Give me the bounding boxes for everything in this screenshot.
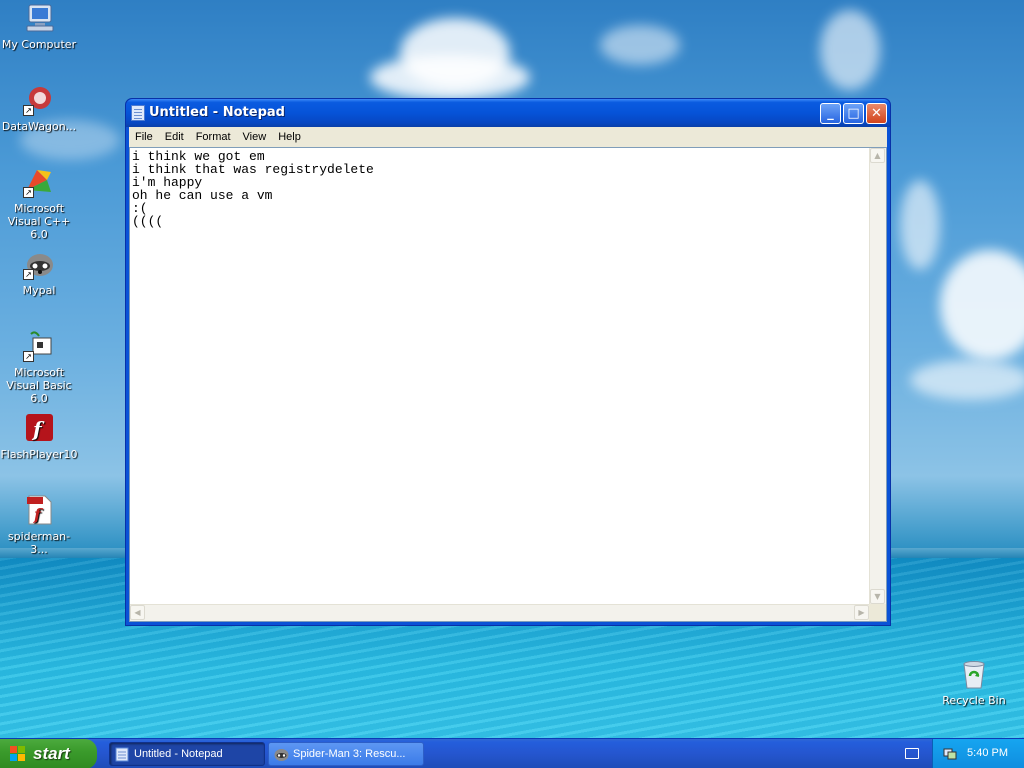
clock[interactable]: 5:40 PM <box>967 747 1008 759</box>
horizontal-scrollbar[interactable]: ◀ ▶ <box>130 604 869 621</box>
chevron-down-icon: ▼ <box>874 592 881 601</box>
menu-help[interactable]: Help <box>272 131 307 143</box>
document-text[interactable]: i think we got em i think that was regis… <box>132 150 866 228</box>
start-button[interactable]: start <box>0 739 97 768</box>
window-title: Untitled - Notepad <box>149 105 285 120</box>
start-label: start <box>33 744 70 763</box>
desktop-icon-label: FlashPlayer10 <box>0 448 78 461</box>
desktop-icon-my-computer[interactable]: My Computer <box>0 2 78 51</box>
desktop-icon-label: Microsoft Visual Basic 6.0 <box>6 366 72 405</box>
maximize-icon: □ <box>847 106 860 121</box>
network-icon[interactable] <box>943 747 957 761</box>
chevron-up-icon: ▲ <box>874 151 881 160</box>
mypal-icon <box>274 747 289 762</box>
shortcut-arrow-icon: ↗ <box>23 187 34 198</box>
chevron-right-icon: ▶ <box>858 608 865 617</box>
desktop-icon-spiderman-swf[interactable]: f spiderman-3... <box>0 494 78 556</box>
visual-cpp-icon: ↗ <box>23 166 55 198</box>
notepad-icon <box>115 747 129 762</box>
shortcut-arrow-icon: ↗ <box>23 269 34 280</box>
system-tray: 5:40 PM <box>932 739 1024 768</box>
title-bar[interactable]: Untitled - Notepad _ □ ✕ <box>126 99 890 127</box>
chevron-left-icon: ◀ <box>134 608 141 617</box>
menu-file[interactable]: File <box>129 131 159 143</box>
close-icon: ✕ <box>871 106 882 121</box>
desktop-icon-visual-basic[interactable]: ↗ Microsoft Visual Basic 6.0 <box>0 330 78 405</box>
recycle-bin-icon <box>958 658 990 690</box>
taskbar-item-label: Spider-Man 3: Rescu... <box>293 748 406 760</box>
taskbar: start Untitled - Notepad Spider-Man 3: R… <box>0 738 1024 768</box>
notepad-icon[interactable] <box>131 105 145 121</box>
minimize-button[interactable]: _ <box>820 103 841 124</box>
menu-edit[interactable]: Edit <box>159 131 190 143</box>
desktop-icon-label: spiderman-3... <box>7 530 71 556</box>
menu-view[interactable]: View <box>237 131 273 143</box>
text-editor[interactable]: i think we got em i think that was regis… <box>129 147 887 622</box>
windows-logo-icon <box>10 746 26 762</box>
desktop-icon-label: Recycle Bin <box>942 694 1006 707</box>
shortcut-arrow-icon: ↗ <box>23 351 34 362</box>
menu-format[interactable]: Format <box>190 131 237 143</box>
swf-file-icon: f <box>23 494 55 526</box>
taskbar-item-label: Untitled - Notepad <box>134 748 223 760</box>
taskbar-item-spiderman[interactable]: Spider-Man 3: Rescu... <box>268 742 424 766</box>
menu-bar: File Edit Format View Help <box>129 127 887 147</box>
flash-player-icon: f <box>23 412 55 444</box>
desktop-icon-mypal[interactable]: ↗ Mypal <box>0 248 78 297</box>
taskbar-item-notepad[interactable]: Untitled - Notepad <box>109 742 265 766</box>
notepad-window[interactable]: Untitled - Notepad _ □ ✕ File Edit Forma… <box>125 98 891 626</box>
keyboard-icon[interactable] <box>905 748 919 759</box>
my-computer-icon <box>23 2 55 34</box>
scroll-up-button[interactable]: ▲ <box>870 148 885 163</box>
minimize-icon: _ <box>827 106 834 121</box>
desktop-icon-flashplayer[interactable]: f FlashPlayer10 <box>0 412 78 461</box>
visual-basic-icon: ↗ <box>23 330 55 362</box>
close-button[interactable]: ✕ <box>866 103 887 124</box>
desktop-icon-visual-cpp[interactable]: ↗ Microsoft Visual C++ 6.0 <box>0 166 78 241</box>
desktop-icon-label: Mypal <box>22 284 56 297</box>
shortcut-arrow-icon: ↗ <box>23 105 34 116</box>
mypal-icon: ↗ <box>23 248 55 280</box>
scroll-down-button[interactable]: ▼ <box>870 589 885 604</box>
vertical-scrollbar[interactable]: ▲ ▼ <box>869 148 886 604</box>
desktop-icon-label: My Computer <box>1 38 77 51</box>
datawagon-icon: ↗ <box>23 84 55 116</box>
scroll-left-button[interactable]: ◀ <box>130 605 145 620</box>
desktop-icon-label: Microsoft Visual C++ 6.0 <box>7 202 71 241</box>
scroll-right-button[interactable]: ▶ <box>854 605 869 620</box>
desktop-icon-label: DataWagon... <box>1 120 77 133</box>
desktop-icon-datawagon[interactable]: ↗ DataWagon... <box>0 84 78 133</box>
maximize-button[interactable]: □ <box>843 103 864 124</box>
desktop-icon-recycle-bin[interactable]: Recycle Bin <box>935 658 1013 707</box>
scrollbar-corner <box>869 604 886 621</box>
